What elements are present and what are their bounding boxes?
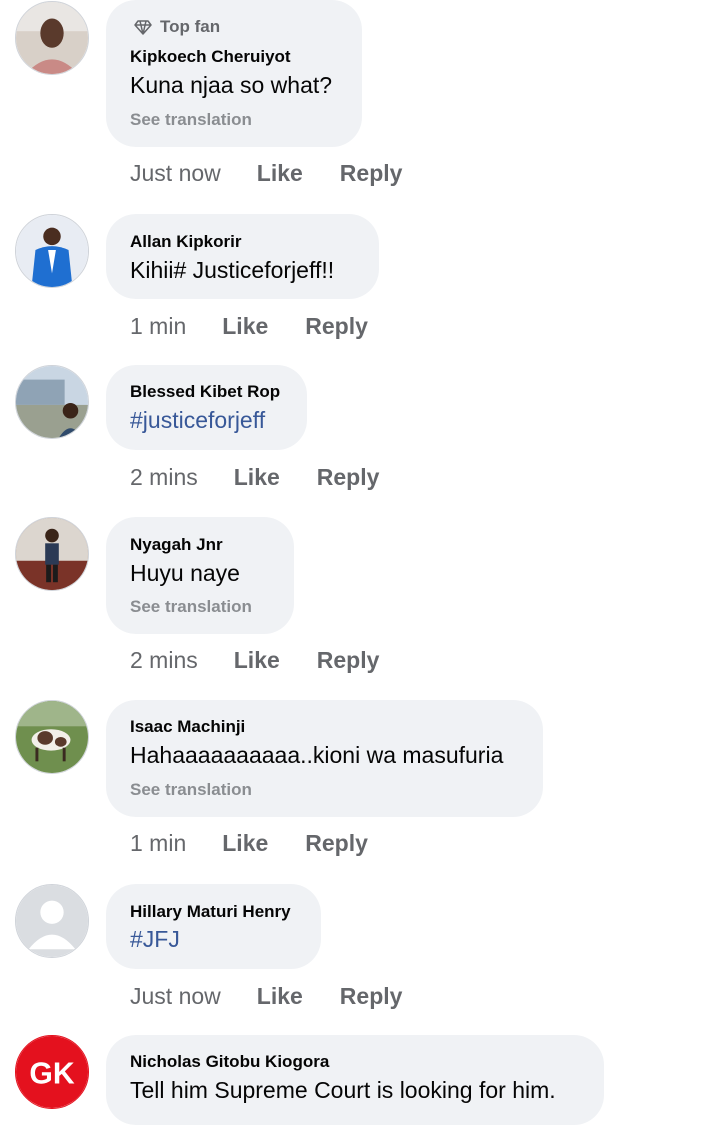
commenter-name[interactable]: Nyagah Jnr [130, 535, 223, 555]
top-fan-badge: Top fan [134, 17, 220, 37]
avatar-initials: GK [29, 1058, 74, 1091]
comment-bubble[interactable]: Nicholas Gitobu Kiogora Tell him Supreme… [106, 1035, 604, 1125]
commenter-name[interactable]: Nicholas Gitobu Kiogora [130, 1052, 329, 1072]
commenter-name[interactable]: Kipkoech Cheruiyot [130, 47, 291, 67]
reply-button[interactable]: Reply [305, 830, 368, 857]
comment-timestamp[interactable]: 2 mins [130, 647, 198, 674]
reply-button[interactable]: Reply [305, 313, 368, 340]
comment-text: Hahaaaaaaaaaa..kioni wa masufuria [130, 742, 504, 768]
like-button[interactable]: Like [222, 313, 268, 340]
see-translation-link[interactable]: See translation [130, 110, 252, 130]
commenter-name[interactable]: Blessed Kibet Rop [130, 382, 280, 402]
see-translation-link[interactable]: See translation [130, 597, 252, 617]
comment-bubble[interactable]: Top fan Kipkoech Cheruiyot Kuna njaa so … [106, 0, 362, 147]
reply-button[interactable]: Reply [340, 160, 403, 187]
comment-actions: 1 min Like Reply [130, 830, 368, 857]
avatar[interactable] [15, 214, 89, 288]
commenter-name[interactable]: Isaac Machinji [130, 717, 245, 737]
like-button[interactable]: Like [222, 830, 268, 857]
comment-timestamp[interactable]: Just now [130, 983, 221, 1010]
comment-text: Huyu naye [130, 560, 240, 586]
commenter-name[interactable]: Hillary Maturi Henry [130, 902, 291, 922]
comment-bubble[interactable]: Blessed Kibet Rop #justiceforjeff [106, 365, 307, 450]
comment-text: Tell him Supreme Court is looking for hi… [130, 1077, 556, 1103]
comment-timestamp[interactable]: Just now [130, 160, 221, 187]
badge-label: Top fan [160, 17, 221, 36]
avatar[interactable] [15, 700, 89, 774]
avatar[interactable] [15, 1, 89, 75]
comment-timestamp[interactable]: 1 min [130, 830, 186, 857]
hashtag-link[interactable]: #JFJ [130, 926, 180, 953]
comment-bubble[interactable]: Nyagah Jnr Huyu naye See translation [106, 517, 294, 634]
reply-button[interactable]: Reply [317, 647, 380, 674]
like-button[interactable]: Like [257, 160, 303, 187]
avatar[interactable]: GK [15, 1035, 89, 1109]
hashtag-link[interactable]: #justiceforjeff [130, 407, 265, 434]
comment-text: Kihii# Justiceforjeff!! [130, 257, 335, 283]
comment-actions: Just now Like Reply [130, 983, 402, 1010]
comment-timestamp[interactable]: 2 mins [130, 464, 198, 491]
comment-bubble[interactable]: Allan Kipkorir Kihii# Justiceforjeff!! [106, 214, 379, 299]
comment-actions: 2 mins Like Reply [130, 464, 379, 491]
avatar[interactable] [15, 365, 89, 439]
comment-actions: 2 mins Like Reply [130, 647, 379, 674]
comment-text: Kuna njaa so what? [130, 72, 333, 98]
comment-actions: Just now Like Reply [130, 160, 402, 187]
like-button[interactable]: Like [234, 464, 280, 491]
default-avatar-icon[interactable] [15, 884, 89, 958]
diamond-icon [134, 20, 152, 35]
like-button[interactable]: Like [234, 647, 280, 674]
see-translation-link[interactable]: See translation [130, 780, 252, 800]
comment-actions: 1 min Like Reply [130, 313, 368, 340]
avatar[interactable] [15, 517, 89, 591]
reply-button[interactable]: Reply [317, 464, 380, 491]
comment-timestamp[interactable]: 1 min [130, 313, 186, 340]
like-button[interactable]: Like [257, 983, 303, 1010]
commenter-name[interactable]: Allan Kipkorir [130, 232, 241, 252]
comment-bubble[interactable]: Isaac Machinji Hahaaaaaaaaaa..kioni wa m… [106, 700, 543, 817]
comment-bubble[interactable]: Hillary Maturi Henry #JFJ [106, 884, 321, 969]
reply-button[interactable]: Reply [340, 983, 403, 1010]
